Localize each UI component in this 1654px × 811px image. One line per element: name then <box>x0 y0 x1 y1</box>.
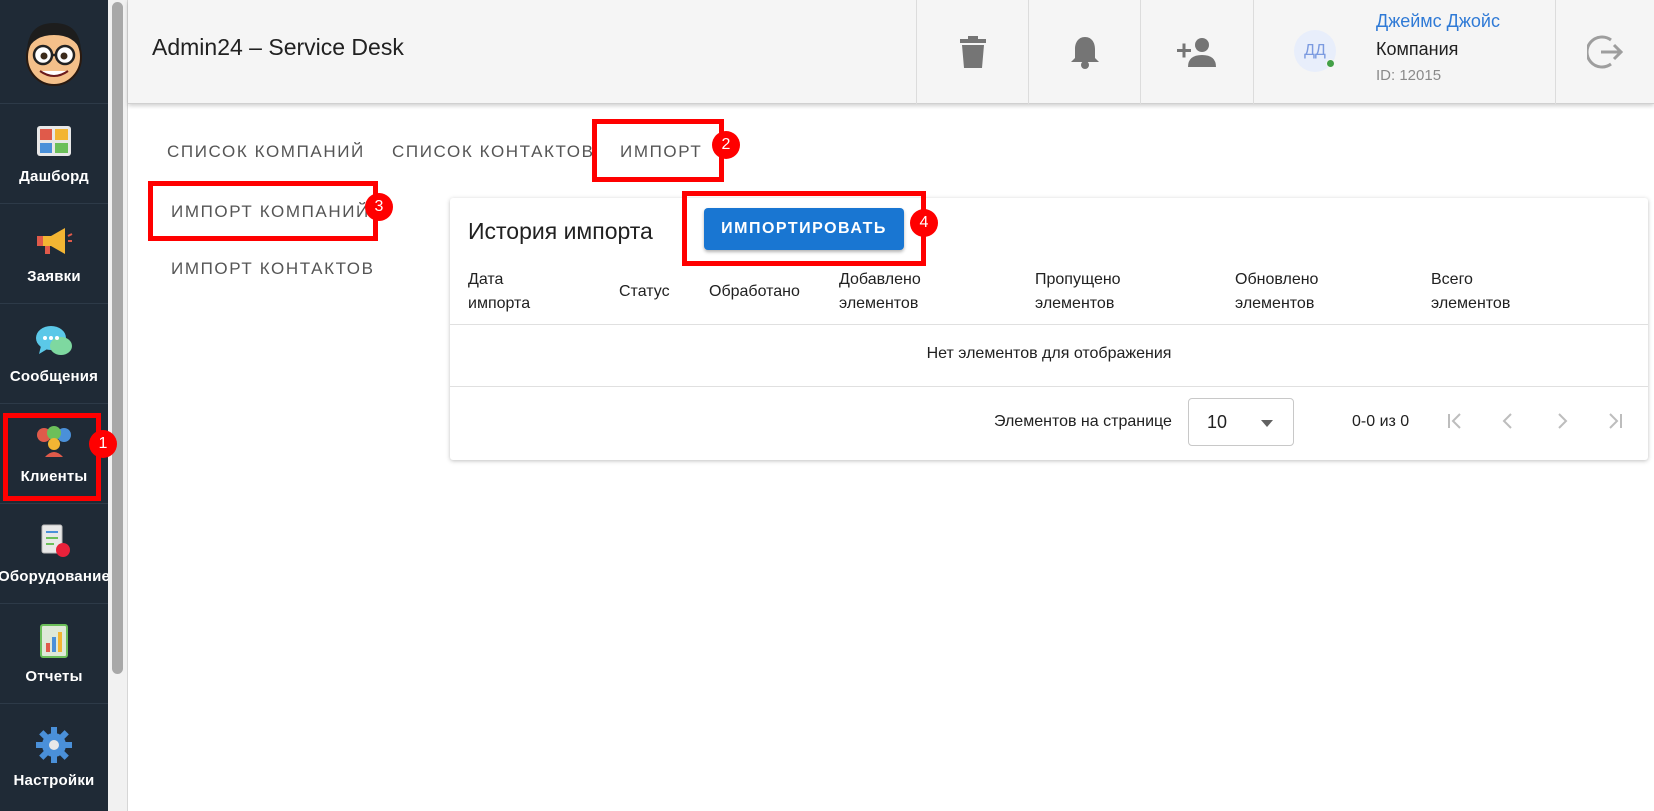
dashboard-icon <box>35 122 73 160</box>
trash-icon <box>959 36 986 68</box>
annotation-badge-3: 3 <box>365 193 393 221</box>
last-page-button[interactable] <box>1598 404 1632 438</box>
annotation-highlight-clients <box>3 413 101 501</box>
page-range: 0-0 из 0 <box>1352 413 1410 430</box>
import-history-card: История импорта ИМПОРТИРОВАТЬ Дата импор… <box>450 198 1648 460</box>
bell-icon <box>1070 37 1099 69</box>
sidebar-item-label: Оборудование <box>0 568 111 585</box>
annotation-badge-1: 1 <box>89 430 117 458</box>
top-header: Admin24 – Service Desk ДД Джеймс Джойс К… <box>128 0 1654 104</box>
user-id: ID: 12015 <box>1376 67 1442 84</box>
reports-icon <box>35 622 73 660</box>
notifications-button[interactable] <box>1028 0 1140 104</box>
sidebar-item-equipment[interactable]: Оборудование <box>0 504 111 604</box>
items-per-page-select[interactable]: 10 <box>1188 398 1294 446</box>
sidebar-item-requests[interactable]: Заявки <box>0 204 108 304</box>
sidebar-item-settings[interactable]: Настройки <box>0 704 108 811</box>
online-status-dot <box>1326 59 1335 68</box>
column-header-status[interactable]: Статус <box>619 280 670 304</box>
annotation-highlight-import-button <box>682 191 926 266</box>
column-header-processed[interactable]: Обработано <box>709 280 800 304</box>
items-per-page-label: Элементов на странице <box>994 413 1172 430</box>
first-page-icon <box>1448 413 1461 429</box>
sidebar-item-label: Сообщения <box>9 368 99 385</box>
add-user-icon <box>1176 38 1216 67</box>
empty-table-message: Нет элементов для отображения <box>926 345 1172 362</box>
add-user-button[interactable] <box>1140 0 1252 104</box>
gear-icon <box>35 726 73 764</box>
previous-page-button[interactable] <box>1491 404 1525 438</box>
sidebar-item-label: Отчеты <box>25 668 83 685</box>
annotation-badge-4: 4 <box>910 209 938 237</box>
annotation-highlight-import-companies <box>148 181 378 241</box>
last-page-icon <box>1609 413 1622 429</box>
logout-icon <box>1587 35 1623 69</box>
avatar-face-logo-icon <box>26 22 82 86</box>
page-title: Admin24 – Service Desk <box>152 34 404 60</box>
app-logo[interactable] <box>0 0 108 104</box>
sidebar-item-reports[interactable]: Отчеты <box>0 604 108 704</box>
column-header-updated[interactable]: Обновлено элементов <box>1235 268 1318 316</box>
equipment-icon <box>35 522 73 560</box>
chevron-left-icon <box>1502 413 1512 429</box>
sidebar: Дашборд Заявки Сообщения Клиенты Оборудо… <box>0 0 111 811</box>
next-page-button[interactable] <box>1545 404 1579 438</box>
annotation-badge-2: 2 <box>712 131 740 159</box>
first-page-button[interactable] <box>1438 404 1472 438</box>
items-per-page-value: 10 <box>1207 412 1228 432</box>
tab-contact-list[interactable]: СПИСОК КОНТАКТОВ <box>392 142 595 162</box>
trash-button[interactable] <box>916 0 1028 104</box>
table-footer-divider <box>450 386 1648 387</box>
user-profile[interactable]: ДД Джеймс Джойс Компания ID: 12015 <box>1253 0 1555 104</box>
subnav-import-contacts[interactable]: ИМПОРТ КОНТАКТОВ <box>171 259 375 279</box>
user-name-link[interactable]: Джеймс Джойс <box>1376 11 1500 32</box>
sidebar-item-messages[interactable]: Сообщения <box>0 304 108 404</box>
column-header-total[interactable]: Всего элементов <box>1431 268 1510 316</box>
table-header-divider <box>450 324 1648 325</box>
card-title: История импорта <box>468 218 653 244</box>
chevron-right-icon <box>1558 413 1568 429</box>
sidebar-item-label: Дашборд <box>19 168 89 185</box>
sidebar-scrollbar-thumb[interactable] <box>112 2 123 674</box>
sidebar-item-label: Настройки <box>13 772 95 789</box>
column-header-skipped[interactable]: Пропущено элементов <box>1035 268 1121 316</box>
sidebar-item-label: Заявки <box>27 268 81 285</box>
column-header-added[interactable]: Добавлено элементов <box>839 268 921 316</box>
chat-bubbles-icon <box>35 322 73 360</box>
caret-down-icon <box>1261 420 1273 427</box>
user-company: Компания <box>1376 39 1459 59</box>
tab-company-list[interactable]: СПИСОК КОМПАНИЙ <box>167 142 365 162</box>
sidebar-item-dashboard[interactable]: Дашборд <box>0 104 108 204</box>
logout-button[interactable] <box>1555 0 1654 104</box>
megaphone-icon <box>35 222 73 260</box>
annotation-highlight-import-tab <box>592 119 724 182</box>
column-header-import-date[interactable]: Дата импорта <box>468 268 530 316</box>
